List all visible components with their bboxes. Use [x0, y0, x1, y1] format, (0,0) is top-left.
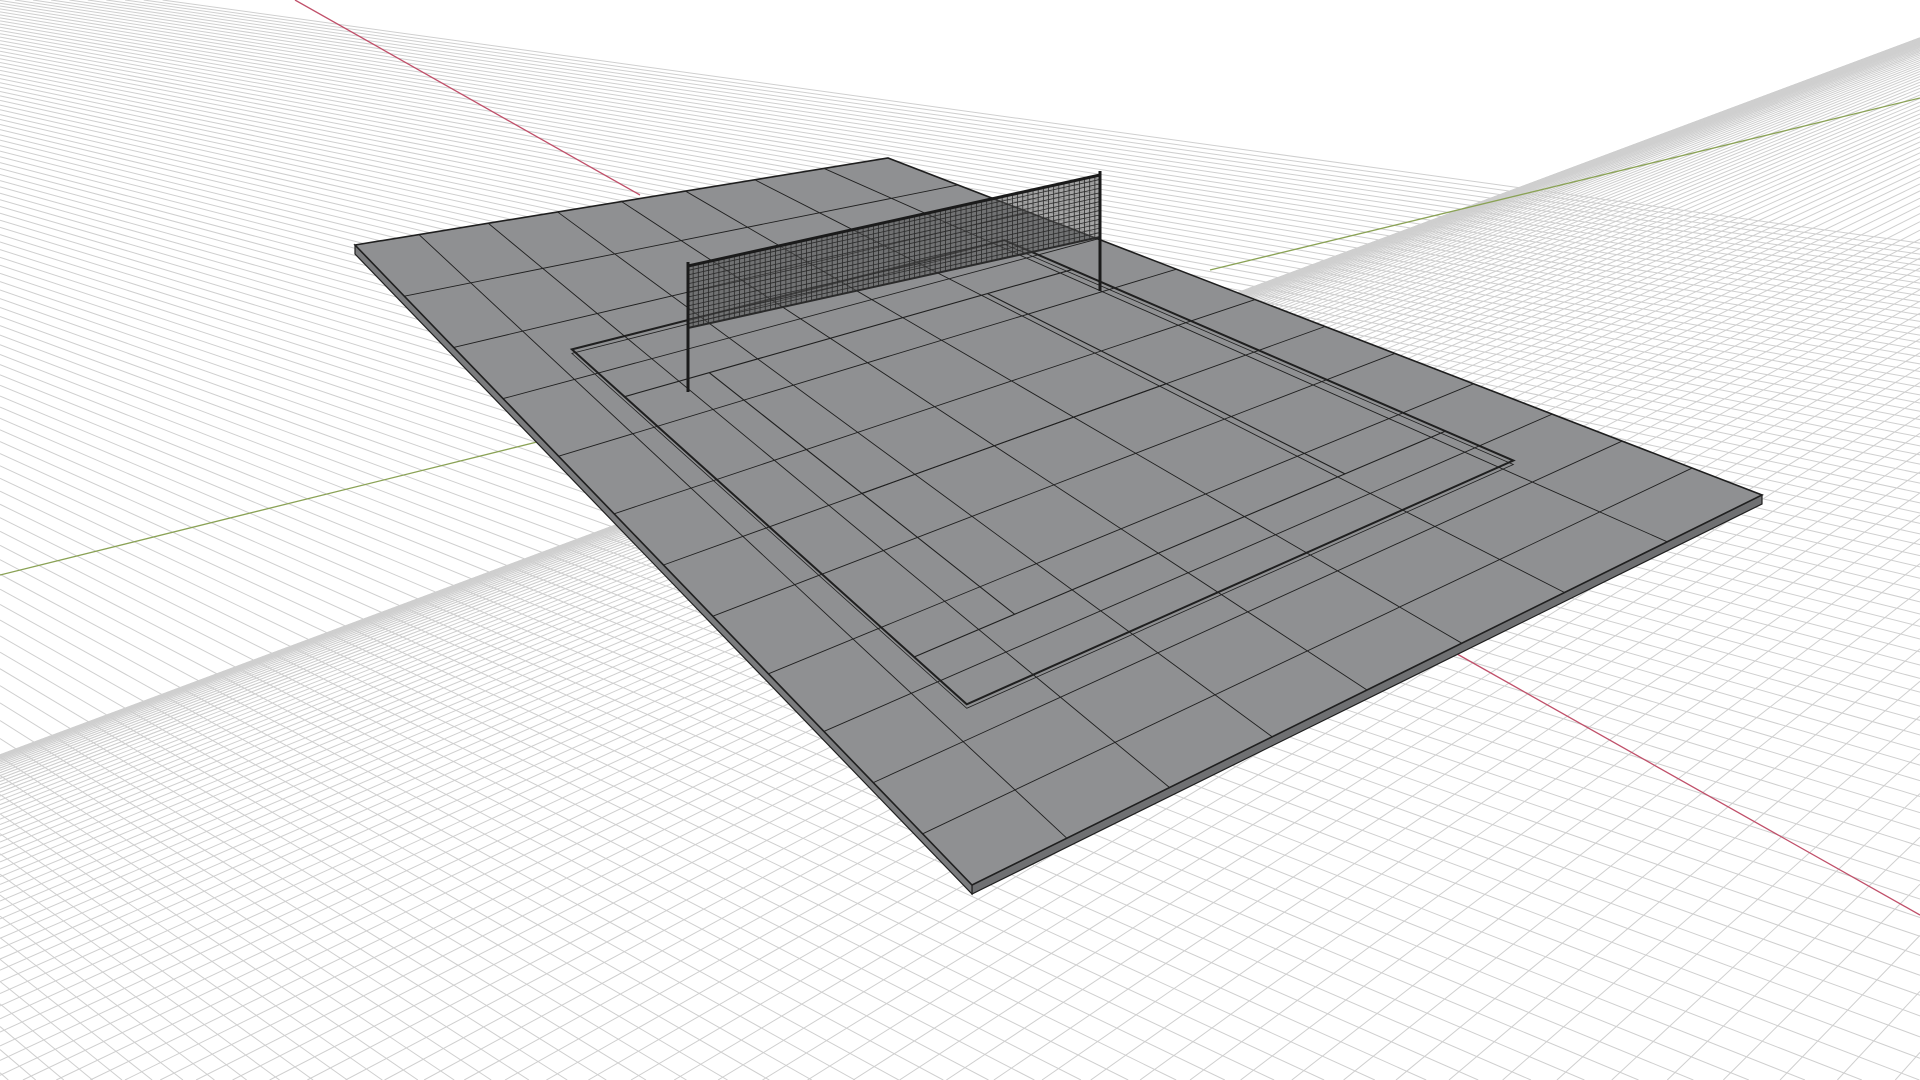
grid-line: [1556, 753, 1920, 1080]
grid-line: [1722, 883, 1920, 1080]
grid-line: [0, 937, 184, 1080]
grid-line: [0, 794, 419, 1080]
grid-line: [0, 894, 247, 1080]
viewport-scene[interactable]: [0, 0, 1920, 1080]
grid-line: [0, 685, 647, 1080]
grid-line: [0, 958, 153, 1080]
3d-viewport[interactable]: [0, 0, 1920, 1080]
grid-line: [0, 813, 383, 1080]
grid-line: [0, 635, 770, 1080]
grid-line: [1502, 715, 1920, 1080]
grid-line: [0, 853, 314, 1080]
grid-line: [0, 738, 530, 1080]
grid-line: [1343, 618, 1920, 1080]
grid-line: [0, 1049, 37, 1080]
grid-line: [0, 873, 280, 1080]
grid-line: [0, 603, 856, 1080]
x-axis-line: [1449, 649, 1920, 916]
